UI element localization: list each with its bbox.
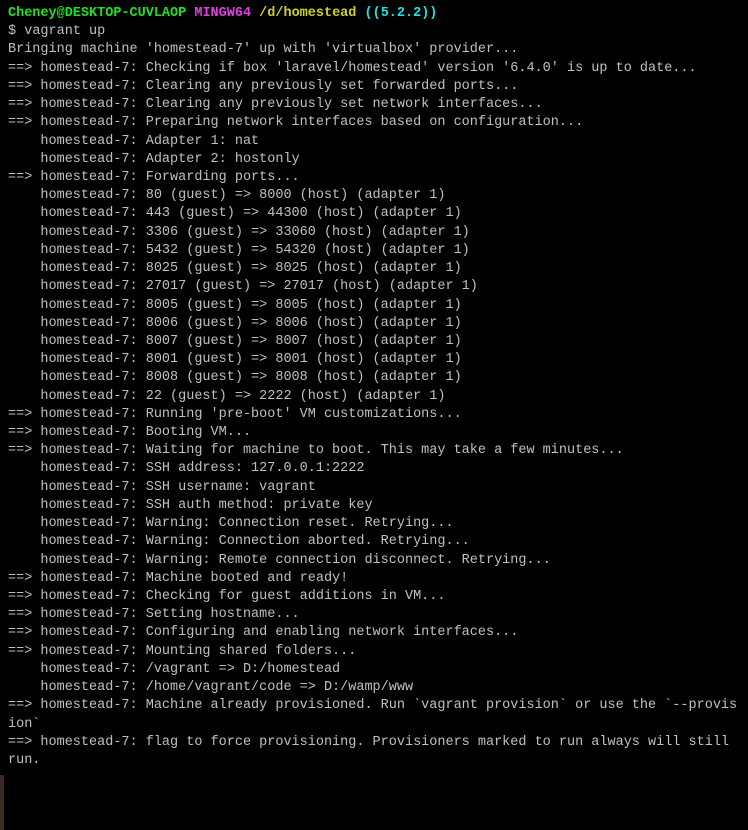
prompt-branch: ((5.2.2)) xyxy=(365,6,438,21)
prompt-host: MINGW64 xyxy=(194,6,251,21)
terminal-viewport[interactable]: Cheney@DESKTOP-CUVLAOP MINGW64 /d/homest… xyxy=(0,0,748,775)
prompt-user: Cheney@DESKTOP-CUVLAOP xyxy=(8,6,186,21)
prompt-symbol: $ xyxy=(8,24,16,39)
command-text: vagrant up xyxy=(24,24,105,39)
prompt-path: /d/homestead xyxy=(259,6,356,21)
output-block: Bringing machine 'homestead-7' up with '… xyxy=(8,41,740,770)
